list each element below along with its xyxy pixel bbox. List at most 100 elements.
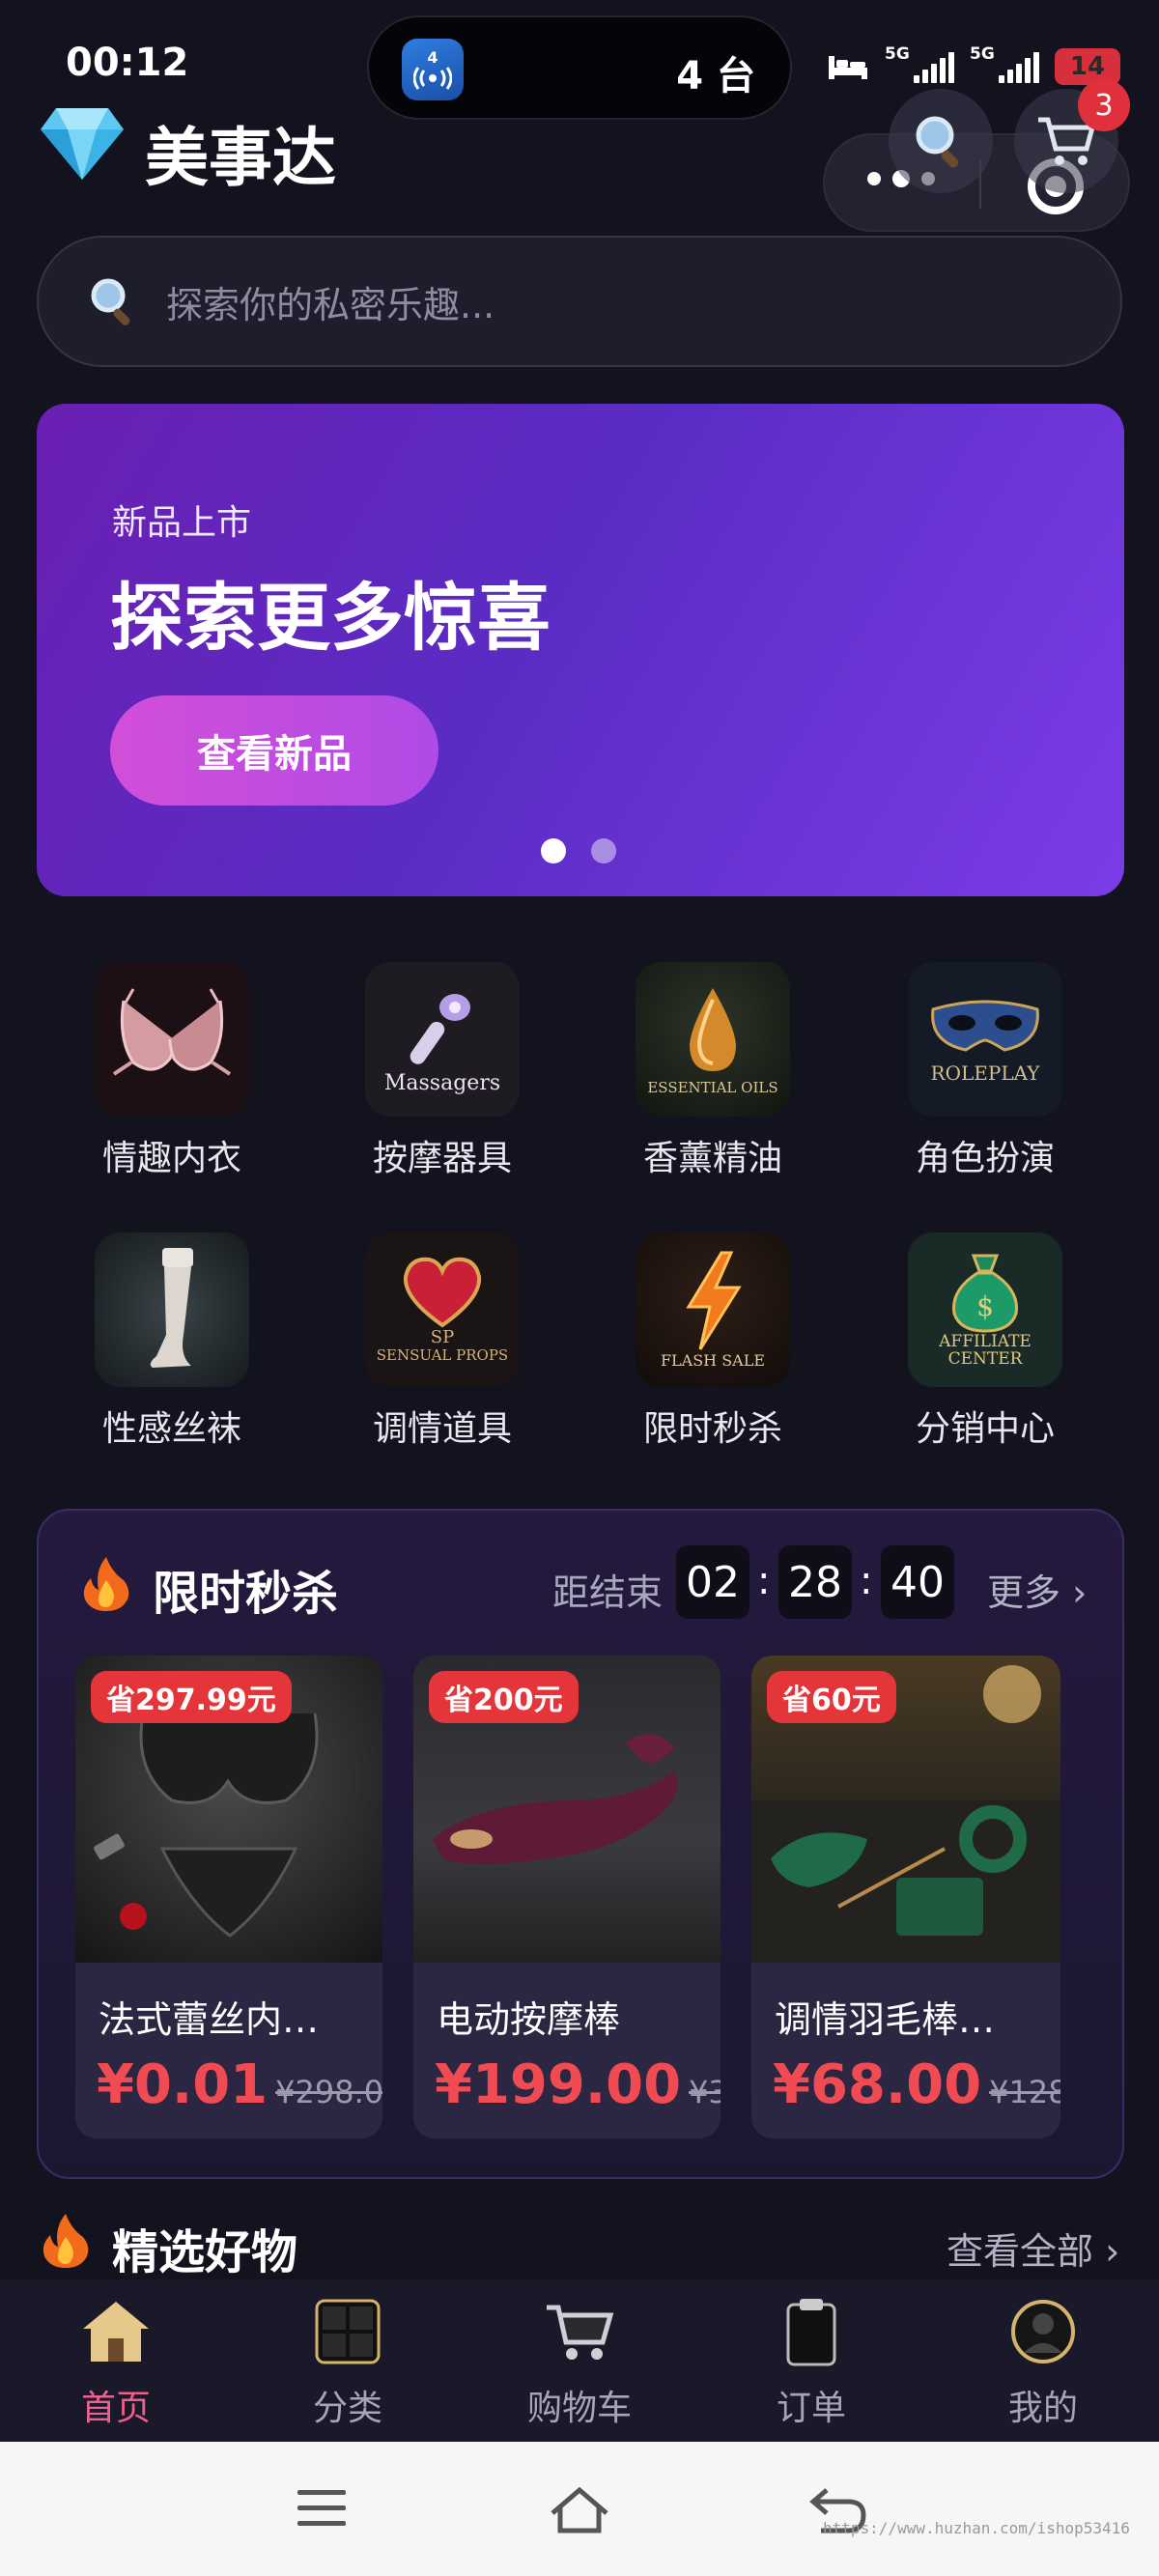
category-lingerie[interactable]: 情趣内衣 xyxy=(66,962,278,1180)
category-label: 调情道具 xyxy=(372,1409,512,1449)
tab-orders[interactable]: 订单 xyxy=(715,2293,908,2430)
flash-sale-caption: FLASH SALE xyxy=(660,1350,766,1370)
search-icon xyxy=(91,278,130,326)
category-props[interactable]: SP SENSUAL PROPS 调情道具 xyxy=(336,1232,549,1451)
category-label: 限时秒杀 xyxy=(642,1409,782,1449)
tab-profile[interactable]: 我的 xyxy=(947,2293,1140,2430)
category-flash-sale[interactable]: FLASH SALE 限时秒杀 xyxy=(607,1232,819,1451)
search-icon xyxy=(916,116,959,168)
view-new-button[interactable]: 查看新品 xyxy=(110,695,438,806)
flash-sale-title: 限时秒杀 xyxy=(153,1567,339,1621)
home-icon xyxy=(77,2293,155,2370)
product-card[interactable]: 省200元 电动按摩棒 ¥199.00¥399 xyxy=(413,1656,721,2138)
oil-drop-icon: ESSENTIAL OILS xyxy=(636,962,790,1117)
signal-sim1-label: 5G xyxy=(885,44,910,64)
dynamic-island[interactable]: 4 4 台 xyxy=(367,15,792,120)
svg-text:$: $ xyxy=(976,1290,994,1322)
menu-icon[interactable] xyxy=(296,2486,348,2531)
save-amount-tag: 省60元 xyxy=(767,1671,896,1723)
status-time: 00:12 xyxy=(66,41,189,85)
flash-sale-section: 限时秒杀 距结束 02 : 28 : 40 更多 › 省297.99元 法式蕾丝… xyxy=(37,1509,1124,2179)
category-label: 按摩器具 xyxy=(372,1139,512,1178)
product-current-price: ¥199.00 xyxy=(435,2053,682,2116)
system-navigation-bar: https://www.huzhan.com/ishop53416 xyxy=(0,2442,1159,2576)
category-label: 香薰精油 xyxy=(642,1139,782,1178)
product-name: 电动按摩棒 xyxy=(437,1998,621,2041)
product-price: ¥68.00¥128.0 xyxy=(773,2053,1060,2116)
product-original-price: ¥128.0 xyxy=(989,2074,1060,2110)
signal-sim2-label: 5G xyxy=(970,44,995,64)
user-avatar-icon xyxy=(1004,2293,1082,2370)
product-price: ¥0.01¥298.00 xyxy=(97,2053,382,2116)
heart-icon: SP SENSUAL PROPS xyxy=(365,1232,520,1387)
banner-dot-2[interactable] xyxy=(591,838,616,863)
bottom-tab-bar: 首页 分类 购物车 订单 我的 xyxy=(0,2279,1159,2442)
banner-pagination xyxy=(541,838,616,863)
product-original-price: ¥298.00 xyxy=(275,2074,382,2110)
massager-icon: Massagers xyxy=(365,962,520,1117)
broadcast-app-icon: 4 xyxy=(402,39,464,100)
category-label: 分销中心 xyxy=(915,1409,1055,1449)
lightning-icon: FLASH SALE xyxy=(636,1232,790,1387)
countdown-separator: : xyxy=(860,1559,873,1603)
flash-sale-more-link[interactable]: 更多 › xyxy=(987,1563,1087,1616)
product-original-price: ¥399 xyxy=(689,2074,721,2110)
countdown-seconds: 40 xyxy=(881,1545,954,1619)
view-all-link[interactable]: 查看全部 › xyxy=(947,2222,1119,2275)
product-image: 省60元 xyxy=(751,1656,1060,1963)
search-placeholder: 探索你的私密乐趣... xyxy=(166,283,495,326)
banner-title: 探索更多惊喜 xyxy=(110,575,551,661)
home-icon[interactable] xyxy=(549,2486,610,2534)
mask-icon: ROLEPLAY xyxy=(908,962,1062,1117)
category-label: 角色扮演 xyxy=(915,1139,1055,1178)
category-roleplay[interactable]: ROLEPLAY 角色扮演 xyxy=(879,962,1091,1180)
promo-banner[interactable]: 新品上市 探索更多惊喜 查看新品 xyxy=(37,404,1124,896)
fire-icon xyxy=(42,2214,89,2268)
featured-title: 精选好物 xyxy=(112,2225,298,2279)
signal-sim2-icon: 5G xyxy=(970,44,1039,83)
countdown-label: 距结束 xyxy=(552,1571,664,1614)
tab-cart[interactable]: 购物车 xyxy=(483,2293,676,2430)
grid-icon xyxy=(309,2293,386,2370)
countdown-hours: 02 xyxy=(676,1545,749,1619)
product-card[interactable]: 省60元 调情羽毛棒… ¥68.00¥128.0 xyxy=(751,1656,1060,2138)
props-caption: SENSUAL PROPS xyxy=(376,1346,509,1364)
product-image: 省297.99元 xyxy=(75,1656,382,1963)
money-bag-icon: $ AFFILIATE CENTER xyxy=(908,1232,1062,1387)
stocking-icon xyxy=(95,1232,249,1387)
island-status-text: 4 台 xyxy=(676,54,755,99)
header-search-button[interactable] xyxy=(889,89,993,193)
fire-icon xyxy=(83,1557,129,1611)
sleep-mode-icon xyxy=(829,56,867,79)
island-app-badge: 4 xyxy=(427,48,438,67)
cart-count-badge: 3 xyxy=(1078,79,1130,131)
watermark-url: https://www.huzhan.com/ishop53416 xyxy=(823,2519,1130,2537)
tab-label: 购物车 xyxy=(526,2389,632,2428)
category-stockings[interactable]: 性感丝袜 xyxy=(66,1232,278,1451)
cart-icon xyxy=(541,2293,618,2370)
countdown-minutes: 28 xyxy=(778,1545,852,1619)
product-card[interactable]: 省297.99元 法式蕾丝内… ¥0.01¥298.00 xyxy=(75,1656,382,2138)
tab-label: 分类 xyxy=(312,2389,382,2428)
product-name: 法式蕾丝内… xyxy=(99,1998,320,2041)
broadcast-icon xyxy=(413,67,452,90)
tab-home[interactable]: 首页 xyxy=(19,2293,212,2430)
category-affiliate[interactable]: $ AFFILIATE CENTER 分销中心 xyxy=(879,1232,1091,1451)
props-mark: SP xyxy=(430,1327,455,1347)
category-label: 情趣内衣 xyxy=(101,1139,241,1178)
bra-icon xyxy=(95,962,249,1117)
clipboard-icon xyxy=(773,2293,850,2370)
category-label: 性感丝袜 xyxy=(101,1409,241,1449)
banner-dot-1[interactable] xyxy=(541,838,566,863)
countdown-separator: : xyxy=(757,1559,771,1603)
product-current-price: ¥68.00 xyxy=(773,2053,982,2116)
tab-category[interactable]: 分类 xyxy=(251,2293,444,2430)
brand-name: 美事达 xyxy=(145,121,336,195)
product-name: 调情羽毛棒… xyxy=(775,1998,996,2041)
category-essential-oils[interactable]: ESSENTIAL OILS 香薰精油 xyxy=(607,962,819,1180)
tab-label: 我的 xyxy=(1007,2389,1078,2428)
signal-sim1-icon: 5G xyxy=(885,44,954,83)
tab-label: 首页 xyxy=(80,2389,151,2428)
category-massagers[interactable]: Massagers 按摩器具 xyxy=(336,962,549,1180)
search-input[interactable]: 探索你的私密乐趣... xyxy=(37,236,1122,367)
